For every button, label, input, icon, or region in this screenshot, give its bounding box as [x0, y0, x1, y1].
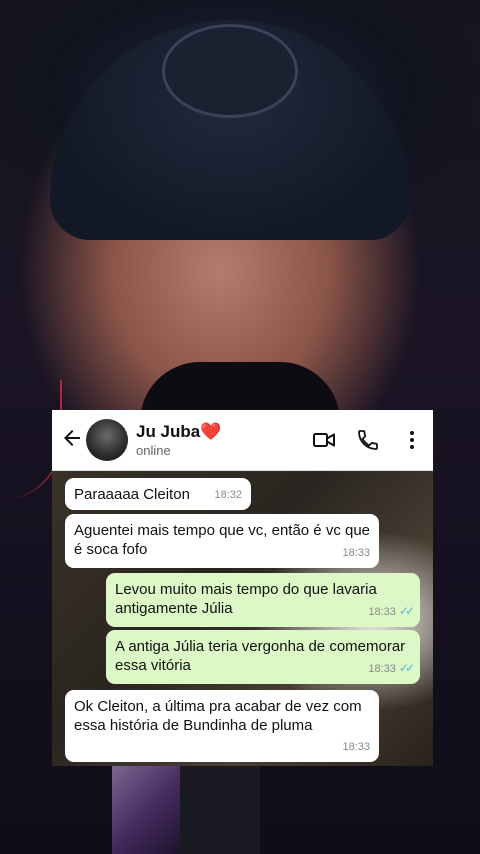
mic-stand: [180, 760, 260, 854]
message-text: Ok Cleiton, a última pra acabar de vez c…: [74, 698, 362, 734]
chat-header: Ju Juba❤️ online: [52, 410, 433, 471]
message-time: 18:33: [342, 741, 370, 753]
message-bubble[interactable]: A antiga Júlia teria vergonha de comemor…: [106, 630, 420, 684]
more-options-icon[interactable]: [400, 428, 424, 452]
message-bubble[interactable]: Ok Cleiton, a última pra acabar de vez c…: [65, 690, 379, 762]
message-bubble[interactable]: Paraaaaa Cleiton 18:32: [65, 478, 251, 510]
message-text: Paraaaaa Cleiton: [74, 486, 190, 503]
message-text: Levou muito mais tempo do que lavaria an…: [115, 581, 377, 617]
message-time: 18:32: [214, 489, 242, 501]
message-time: 18:33 ✓✓: [368, 602, 415, 622]
chat-screenshot-overlay: Ju Juba❤️ online Paraaaaa Cleiton 18:32 …: [52, 410, 433, 766]
message-bubble[interactable]: Aguentei mais tempo que vc, então é vc q…: [65, 514, 379, 568]
heart-icon: ❤️: [200, 422, 222, 441]
read-receipt-icon: ✓✓: [398, 604, 415, 618]
video-call-icon[interactable]: [312, 428, 336, 452]
message-time: 18:33 ✓✓: [368, 659, 415, 679]
message-text: A antiga Júlia teria vergonha de comemor…: [115, 638, 406, 674]
cap-logo: [162, 24, 298, 118]
voice-call-icon[interactable]: [356, 428, 380, 452]
avatar[interactable]: [86, 419, 128, 461]
back-arrow-icon[interactable]: [60, 426, 84, 450]
message-text: Aguentei mais tempo que vc, então é vc q…: [74, 522, 371, 558]
message-time: 18:33: [342, 547, 370, 559]
read-receipt-icon: ✓✓: [398, 661, 415, 675]
message-time-text: 18:33: [368, 663, 396, 675]
contact-name[interactable]: Ju Juba❤️: [136, 422, 221, 442]
contact-name-text: Ju Juba: [136, 422, 201, 441]
contact-status: online: [136, 443, 171, 458]
message-bubble[interactable]: Levou muito mais tempo do que lavaria an…: [106, 573, 420, 627]
message-time-text: 18:33: [368, 606, 396, 618]
